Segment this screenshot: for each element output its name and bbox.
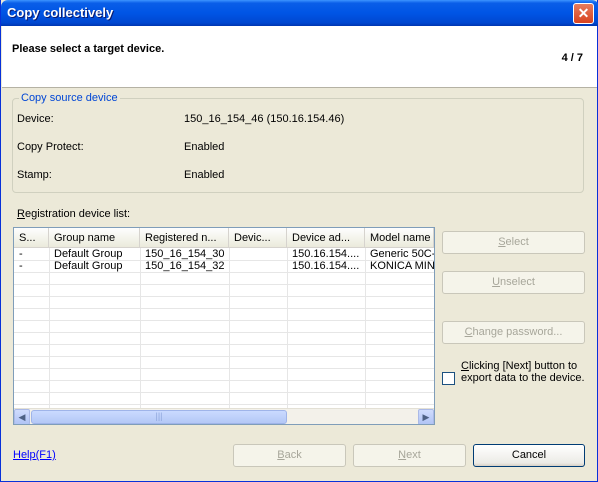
column-header-device[interactable]: Devic... <box>229 228 287 248</box>
list-header: S... Group name Registered n... Devic...… <box>14 228 434 248</box>
unselect-button[interactable]: Unselect <box>442 271 585 294</box>
wizard-header: Please select a target device. 4 / 7 <box>2 26 597 88</box>
change-password-button[interactable]: Change password... <box>442 321 585 344</box>
copy-source-group: Copy source device Device: 150_16_154_46… <box>12 92 584 193</box>
copy-protect-value: Enabled <box>184 141 225 153</box>
empty-row <box>14 333 434 345</box>
scroll-left-icon[interactable]: ◀ <box>14 409 30 424</box>
empty-row <box>14 381 434 393</box>
column-header-model-name[interactable]: Model name <box>365 228 434 248</box>
title-bar: Copy collectively ✕ <box>1 0 598 26</box>
window-title: Copy collectively <box>7 5 114 20</box>
horizontal-scrollbar[interactable]: ◀ ||| ▶ <box>14 408 434 424</box>
column-header-device-address[interactable]: Device ad... <box>287 228 365 248</box>
next-button[interactable]: Next <box>353 444 466 467</box>
empty-row <box>14 345 434 357</box>
stamp-label: Stamp: <box>17 169 52 181</box>
page-title: Please select a target device. <box>12 43 165 55</box>
registration-device-list[interactable]: S... Group name Registered n... Devic...… <box>13 227 435 425</box>
device-label: Device: <box>17 113 54 125</box>
empty-row <box>14 321 434 333</box>
export-data-checkbox[interactable] <box>442 372 455 385</box>
empty-row <box>14 285 434 297</box>
column-header-registered-name[interactable]: Registered n... <box>140 228 229 248</box>
back-button[interactable]: Back <box>233 444 346 467</box>
table-row[interactable]: - Default Group 150_16_154_32 150.16.154… <box>14 260 434 273</box>
copy-source-legend: Copy source device <box>19 92 120 104</box>
scroll-right-icon[interactable]: ▶ <box>418 409 434 424</box>
empty-row <box>14 309 434 321</box>
cancel-button[interactable]: Cancel <box>473 444 585 467</box>
empty-row <box>14 369 434 381</box>
empty-row <box>14 273 434 285</box>
scrollbar-thumb[interactable]: ||| <box>31 410 287 424</box>
device-value: 150_16_154_46 (150.16.154.46) <box>184 113 345 125</box>
help-link[interactable]: Help(F1) <box>13 449 56 461</box>
copy-collectively-dialog: Copy collectively ✕ Please select a targ… <box>0 0 598 482</box>
empty-row <box>14 297 434 309</box>
empty-row <box>14 393 434 405</box>
export-data-label: Clicking [Next] button to export data to… <box>461 360 585 384</box>
empty-row <box>14 357 434 369</box>
registration-list-label: Registration device list: <box>17 208 131 220</box>
column-header-group-name[interactable]: Group name <box>49 228 140 248</box>
stamp-value: Enabled <box>184 169 225 181</box>
close-icon[interactable]: ✕ <box>573 3 594 24</box>
column-header-status[interactable]: S... <box>14 228 49 248</box>
copy-protect-label: Copy Protect: <box>17 141 84 153</box>
step-indicator: 4 / 7 <box>561 52 583 64</box>
select-button[interactable]: Select <box>442 231 585 254</box>
